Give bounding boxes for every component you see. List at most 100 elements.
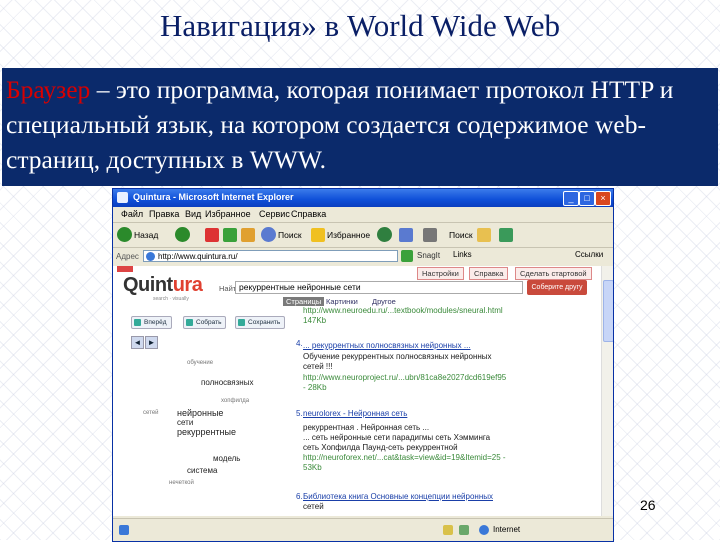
result-snippet: Обучение рекуррентных полносвязных нейро… <box>303 352 492 361</box>
home-icon <box>241 227 255 242</box>
cloud-forward-icon[interactable]: ► <box>145 336 158 349</box>
folder-icon <box>477 227 491 242</box>
print-icon <box>423 227 437 242</box>
result-snippet: рекуррентная . Нейронная сеть ... <box>303 423 430 432</box>
folder-button[interactable] <box>477 226 493 243</box>
cloud-word[interactable]: обучение <box>187 360 213 366</box>
refresh-button[interactable] <box>223 226 239 243</box>
result-title[interactable]: neurolorex - Нейронная сеть <box>303 409 407 418</box>
window-titlebar[interactable]: Quintura - Microsoft Internet Explorer _… <box>113 189 613 207</box>
refresh-icon <box>223 227 237 242</box>
tab-images[interactable]: Картинки <box>323 297 361 306</box>
history-button[interactable] <box>377 226 394 243</box>
result-title[interactable]: ... рекуррентных полносвязных нейронных … <box>303 341 471 350</box>
stop-button[interactable] <box>205 226 221 243</box>
home-button[interactable] <box>241 226 257 243</box>
snagit-button[interactable]: SnagIt <box>417 251 440 260</box>
favorites-button[interactable]: Избранное <box>311 226 370 243</box>
result-url[interactable]: http://www.neuroedu.ru/...textbook/modul… <box>303 306 503 315</box>
result-snippet: сеть Хопфилда Паунд-сеть рекуррентной <box>303 443 458 452</box>
result-url[interactable]: http://www.neuroproject.ru/...ubn/81ca8e… <box>303 373 506 382</box>
result-size: 53Kb <box>303 463 322 472</box>
result-snippet: ... сеть нейронные сети парадигмы сеть Х… <box>303 433 491 442</box>
vertical-scrollbar[interactable] <box>601 266 613 516</box>
status-zone-icon <box>459 525 469 535</box>
menu-tools[interactable]: Сервис <box>259 209 290 219</box>
forward-cloud-button[interactable]: Вперёд <box>131 316 172 329</box>
search-input[interactable] <box>235 281 523 294</box>
menu-favorites[interactable]: Избранное <box>205 209 251 219</box>
cloud-word[interactable]: нечеткой <box>169 480 194 486</box>
slide-number: 26 <box>640 497 656 513</box>
collect-button[interactable]: Собрать <box>183 316 227 329</box>
cloud-word[interactable]: система <box>187 466 217 475</box>
links-label[interactable]: Links <box>453 250 472 259</box>
quintura-logo[interactable]: Quintura search · visually <box>117 266 211 306</box>
cloud-back-icon[interactable]: ◄ <box>131 336 144 349</box>
page-content: Quintura search · visually Настройки Спр… <box>113 266 601 516</box>
page-icon <box>146 252 155 261</box>
close-button[interactable]: × <box>595 191 611 206</box>
status-lock-icon <box>443 525 453 535</box>
slide-title: Навигация» в World Wide Web <box>160 8 560 43</box>
mail-icon <box>399 227 413 242</box>
result-size: 147Kb <box>303 316 327 325</box>
address-input[interactable]: http://www.quintura.ru/ <box>143 250 398 262</box>
logo-tile <box>117 266 133 272</box>
status-page-icon <box>119 525 129 535</box>
menu-help[interactable]: Справка <box>291 209 326 219</box>
address-label: Адрес <box>116 252 139 261</box>
cloud-word[interactable]: хопфилда <box>221 398 249 404</box>
go-button[interactable] <box>401 250 413 262</box>
stop-icon <box>205 227 219 242</box>
menu-file[interactable]: Файл <box>121 209 143 219</box>
save-button[interactable]: Сохранить <box>235 316 286 329</box>
forward-arrow-icon <box>175 227 190 242</box>
tab-pages[interactable]: Страницы <box>283 297 325 306</box>
cloud-word[interactable]: сети <box>177 418 193 427</box>
menu-view[interactable]: Вид <box>185 209 201 219</box>
definition-text: Браузер – это программа, которая понимае… <box>6 72 706 177</box>
toolbar: Назад Поиск Избранное Поиск <box>113 223 613 248</box>
maximize-button[interactable]: □ <box>579 191 595 206</box>
definition-term: Браузер <box>6 75 91 104</box>
address-links[interactable]: Ссылки <box>575 250 603 259</box>
nav-make-start[interactable]: Сделать стартовой <box>515 267 592 280</box>
mail-button[interactable] <box>399 226 415 243</box>
status-bar: Internet <box>113 518 613 541</box>
nav-help[interactable]: Справка <box>469 267 509 280</box>
scroll-thumb[interactable] <box>603 280 613 342</box>
result-number: 5. <box>296 409 303 418</box>
minimize-button[interactable]: _ <box>563 191 579 206</box>
search-icon <box>261 227 276 242</box>
nav-settings[interactable]: Настройки <box>417 267 464 280</box>
menu-edit[interactable]: Правка <box>149 209 179 219</box>
result-url[interactable]: http://neuroforex.net/...cat&task=view&i… <box>303 453 506 462</box>
result-title[interactable]: Библиотека книга Основные концепции нейр… <box>303 492 493 501</box>
print-button[interactable] <box>423 226 439 243</box>
back-button[interactable]: Назад <box>117 226 158 243</box>
forward-button[interactable] <box>175 226 192 243</box>
logo-tagline: search · visually <box>153 296 189 302</box>
result-number: 4. <box>296 339 303 348</box>
logo-text: Quintura <box>123 274 203 296</box>
search-submit-button[interactable]: Соберите другу <box>527 280 587 295</box>
result-number: 6. <box>296 492 303 501</box>
cloud-word[interactable]: сетей <box>143 410 159 416</box>
history-icon <box>377 227 392 242</box>
browser-window: Quintura - Microsoft Internet Explorer _… <box>112 188 614 542</box>
menu-bar: Файл Правка Вид Избранное Сервис Справка <box>113 207 613 223</box>
cloud-word[interactable]: полносвязных <box>201 378 253 387</box>
cloud-word[interactable]: модель <box>213 454 240 463</box>
messenger-icon <box>499 227 513 242</box>
toolbar-search-label[interactable]: Поиск <box>449 226 473 243</box>
messenger-button[interactable] <box>499 226 515 243</box>
window-title: Quintura - Microsoft Internet Explorer <box>133 192 294 202</box>
result-size: - 28Kb <box>303 383 327 392</box>
search-button[interactable]: Поиск <box>261 226 302 243</box>
star-icon <box>311 227 325 242</box>
cloud-word[interactable]: рекуррентные <box>177 427 236 437</box>
tab-other[interactable]: Другое <box>369 297 399 306</box>
cloud-word[interactable]: нейронные <box>177 408 223 418</box>
back-arrow-icon <box>117 227 132 242</box>
